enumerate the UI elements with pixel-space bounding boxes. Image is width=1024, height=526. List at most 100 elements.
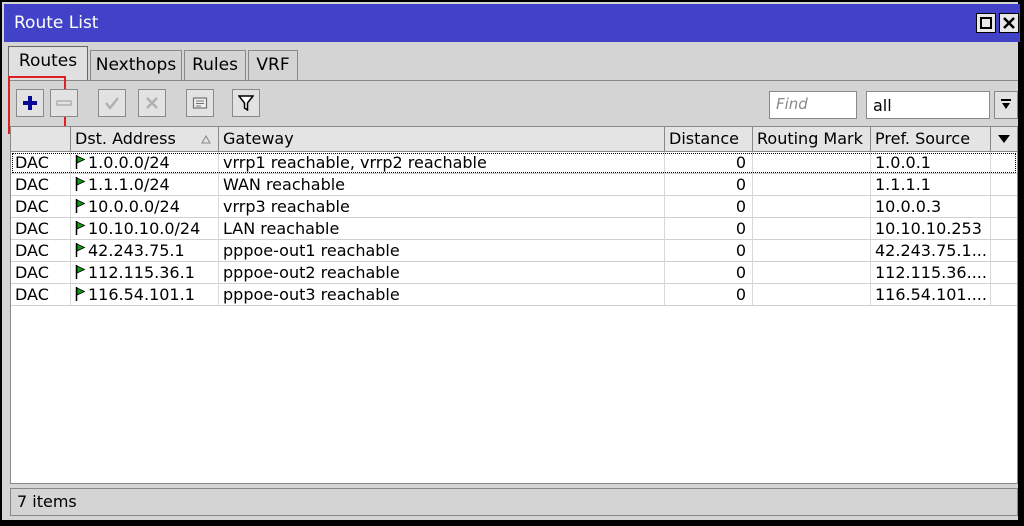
table-row[interactable]: DAC 10.10.10.0/24 LAN reachable 0 10.10.10.2… — [11, 218, 1017, 240]
cell-flags: DAC — [11, 262, 71, 284]
cell-dst-address: 116.54.101.1 — [71, 284, 219, 306]
dropdown-arrow-icon — [1001, 99, 1011, 109]
tab-divider — [8, 80, 1018, 81]
cell-routing-mark — [753, 196, 871, 218]
cell-text: 10.0.0.0/24 — [88, 197, 180, 216]
cell-text: DAC — [15, 175, 49, 194]
cell-gateway: LAN reachable — [219, 218, 665, 240]
cell-text: DAC — [15, 241, 49, 260]
enable-icon — [105, 97, 119, 111]
title-bar[interactable]: Route List — [4, 4, 1020, 42]
tab-nexthops[interactable]: Nexthops — [90, 50, 182, 80]
column-header-gateway[interactable]: Gateway — [219, 127, 665, 151]
cell-text: 0 — [735, 241, 746, 260]
close-button[interactable] — [999, 13, 1019, 33]
table-row[interactable]: DAC 116.54.101.1 pppoe-out3 reachable 0 116.… — [11, 284, 1017, 306]
cell-text: 0 — [735, 175, 746, 194]
add-button[interactable] — [16, 89, 44, 117]
column-header-routing-mark[interactable]: Routing Mark — [753, 127, 871, 151]
add-icon — [23, 96, 37, 110]
enable-button[interactable] — [98, 89, 126, 117]
cell-routing-mark — [753, 284, 871, 306]
cell-dst-address: 42.243.75.1 — [71, 240, 219, 262]
cell-routing-mark — [753, 152, 871, 174]
cell-gateway: pppoe-out3 reachable — [219, 284, 665, 306]
table-row[interactable]: DAC 1.0.0.0/24 vrrp1 reachable, vrrp2 reac… — [11, 152, 1017, 174]
cell-flags: DAC — [11, 174, 71, 196]
route-list-window: Route List Routes Nexthops Rules VRF Fin… — [0, 0, 1020, 522]
cell-dst-address: 1.0.0.0/24 — [71, 152, 219, 174]
cell-flags: DAC — [11, 284, 71, 306]
route-flag-icon — [75, 265, 85, 279]
table-row[interactable]: DAC 1.1.1.0/24 WAN reachable 0 1.1.1.1 — [11, 174, 1017, 196]
cell-routing-mark — [753, 174, 871, 196]
cell-flags: DAC — [11, 218, 71, 240]
cell-dst-address: 1.1.1.0/24 — [71, 174, 219, 196]
cell-text: 1.0.0.0/24 — [88, 153, 170, 172]
cell-text: vrrp1 reachable, vrrp2 reachable — [223, 153, 487, 172]
cell-text: 112.115.36.1 — [88, 263, 195, 282]
cell-text: 42.243.75.1... — [875, 241, 987, 260]
cell-distance: 0 — [665, 240, 753, 262]
filter-select-dropdown[interactable] — [994, 91, 1018, 119]
cell-routing-mark — [753, 240, 871, 262]
cell-distance: 0 — [665, 284, 753, 306]
route-flag-icon — [75, 221, 85, 235]
cell-text: 10.0.0.3 — [875, 197, 942, 216]
maximize-button[interactable] — [976, 13, 996, 33]
cell-pref-source: 10.0.0.3 — [871, 196, 991, 218]
close-icon — [1003, 17, 1015, 29]
cell-text: WAN reachable — [223, 175, 346, 194]
cell-text: 1.1.1.1 — [875, 175, 931, 194]
route-flag-icon — [75, 243, 85, 257]
disable-button[interactable] — [138, 89, 166, 117]
cell-dst-address: 10.10.10.0/24 — [71, 218, 219, 240]
comment-button[interactable] — [186, 89, 214, 117]
cell-text: 0 — [735, 197, 746, 216]
cell-text: 1.1.1.0/24 — [88, 175, 170, 194]
tab-rules[interactable]: Rules — [184, 50, 246, 80]
cell-gateway: WAN reachable — [219, 174, 665, 196]
cell-pref-source: 1.1.1.1 — [871, 174, 991, 196]
remove-icon — [56, 100, 72, 106]
table-row[interactable]: DAC 42.243.75.1 pppoe-out1 reachable 0 42.24… — [11, 240, 1017, 262]
cell-text: DAC — [15, 219, 49, 238]
cell-distance: 0 — [665, 262, 753, 284]
cell-text: 42.243.75.1 — [88, 241, 185, 260]
cell-text: DAC — [15, 197, 49, 216]
table-row[interactable]: DAC 10.0.0.0/24 vrrp3 reachable 0 10.0.0.3 — [11, 196, 1017, 218]
cell-text: pppoe-out3 reachable — [223, 285, 400, 304]
column-header-pref-source[interactable]: Pref. Source — [871, 127, 991, 151]
toolbar: Find all — [8, 76, 1018, 134]
tab-vrf[interactable]: VRF — [248, 50, 298, 80]
cell-flags: DAC — [11, 152, 71, 174]
cell-dst-address: 112.115.36.1 — [71, 262, 219, 284]
column-header-distance[interactable]: Distance — [665, 127, 753, 151]
window-title: Route List — [14, 13, 99, 33]
cell-pref-source: 10.10.10.253 — [871, 218, 991, 240]
remove-button[interactable] — [50, 89, 78, 117]
cell-pref-source: 42.243.75.1... — [871, 240, 991, 262]
column-header-flags[interactable] — [11, 127, 71, 151]
route-flag-icon — [75, 287, 85, 301]
disable-icon — [146, 97, 158, 109]
column-chooser-button[interactable] — [991, 127, 1017, 151]
route-table: Dst. Address Gateway Distance Routing Ma… — [10, 126, 1018, 484]
cell-distance: 0 — [665, 174, 753, 196]
cell-pref-source: 1.0.0.1 — [871, 152, 991, 174]
cell-text: 0 — [735, 153, 746, 172]
filter-button[interactable] — [232, 89, 260, 117]
cell-text: 116.54.101.1 — [88, 285, 195, 304]
cell-routing-mark — [753, 218, 871, 240]
cell-text: 116.54.101.... — [875, 285, 987, 304]
column-header-dst-address[interactable]: Dst. Address — [71, 127, 219, 151]
cell-text: pppoe-out1 reachable — [223, 241, 400, 260]
find-input[interactable]: Find — [769, 91, 857, 119]
cell-distance: 0 — [665, 196, 753, 218]
table-row[interactable]: DAC 112.115.36.1 pppoe-out2 reachable 0 112.… — [11, 262, 1017, 284]
cell-text: DAC — [15, 285, 49, 304]
tab-routes[interactable]: Routes — [8, 46, 88, 81]
cell-text: 112.115.36.... — [875, 263, 987, 282]
column-header-dst-address-label: Dst. Address — [75, 129, 176, 148]
filter-select[interactable]: all — [866, 91, 990, 119]
